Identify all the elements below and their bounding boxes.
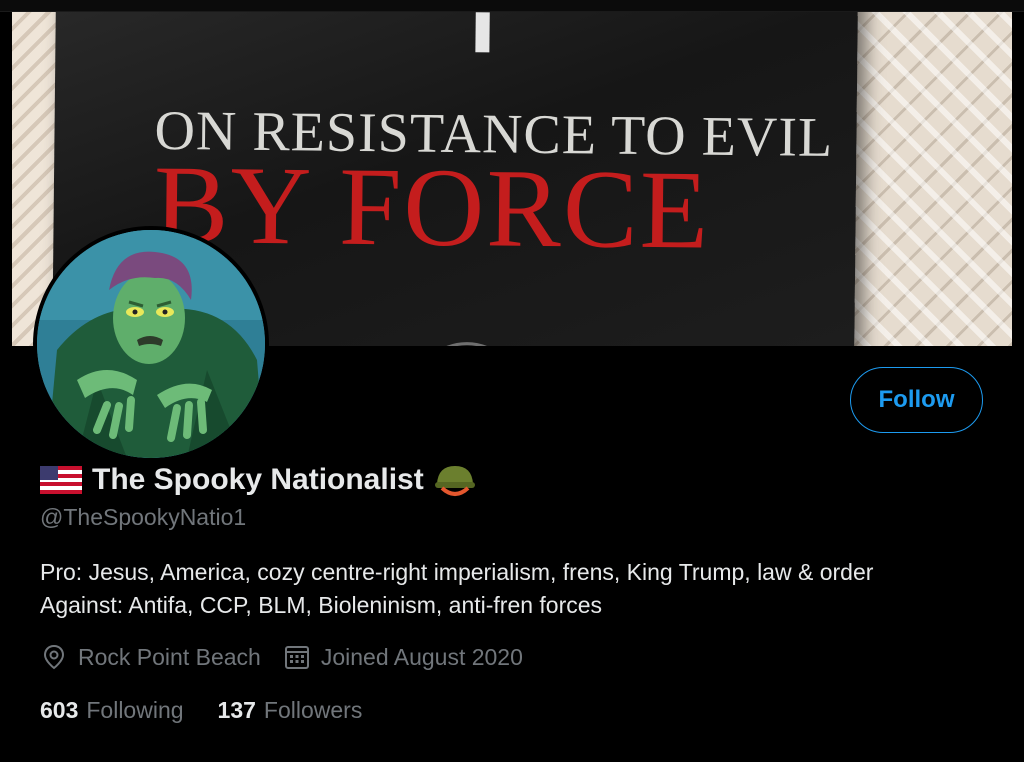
book-title-line2: BY FORCE xyxy=(153,142,711,273)
followers-label: Followers xyxy=(263,696,363,723)
display-name: The Spooky Nationalist xyxy=(92,463,424,496)
followers-count: 137 xyxy=(217,696,256,723)
bio-line: Against: Antifa, CCP, BLM, Bioleninism, … xyxy=(40,592,603,618)
following-label: Following xyxy=(86,696,184,723)
calendar-icon xyxy=(283,643,311,671)
avatar-monster-illustration xyxy=(37,230,265,458)
profile-location: Rock Point Beach xyxy=(40,643,261,671)
following-link[interactable]: 603 Following xyxy=(40,697,184,724)
profile-avatar[interactable] xyxy=(33,226,269,462)
followers-link[interactable]: 137 Followers xyxy=(218,697,363,724)
join-date-text: Joined August 2020 xyxy=(320,643,523,670)
profile-join-date: Joined August 2020 xyxy=(283,643,523,671)
military-helmet-icon xyxy=(434,462,476,498)
us-flag-icon xyxy=(40,466,82,494)
profile-page: ON RESISTANCE TO EVIL BY FORCE Follow Th… xyxy=(0,0,1024,762)
profile-meta: Rock Point Beach Joined August 2020 xyxy=(40,640,535,674)
book-emblem-ring xyxy=(411,341,523,346)
profile-handle: @TheSpookyNatio1 xyxy=(40,504,247,530)
profile-stats: 603 Following 137 Followers xyxy=(40,693,362,727)
profile-bio: Pro: Jesus, America, cozy centre-right i… xyxy=(40,556,1000,622)
follow-button[interactable]: Follow xyxy=(850,367,983,433)
book-tab xyxy=(475,12,490,53)
profile-name-row: The Spooky Nationalist xyxy=(40,460,476,500)
following-count: 603 xyxy=(40,696,79,723)
bio-line: Pro: Jesus, America, cozy centre-right i… xyxy=(40,559,874,585)
top-edge xyxy=(0,0,1024,12)
location-pin-icon xyxy=(40,643,68,671)
location-text: Rock Point Beach xyxy=(78,643,261,670)
